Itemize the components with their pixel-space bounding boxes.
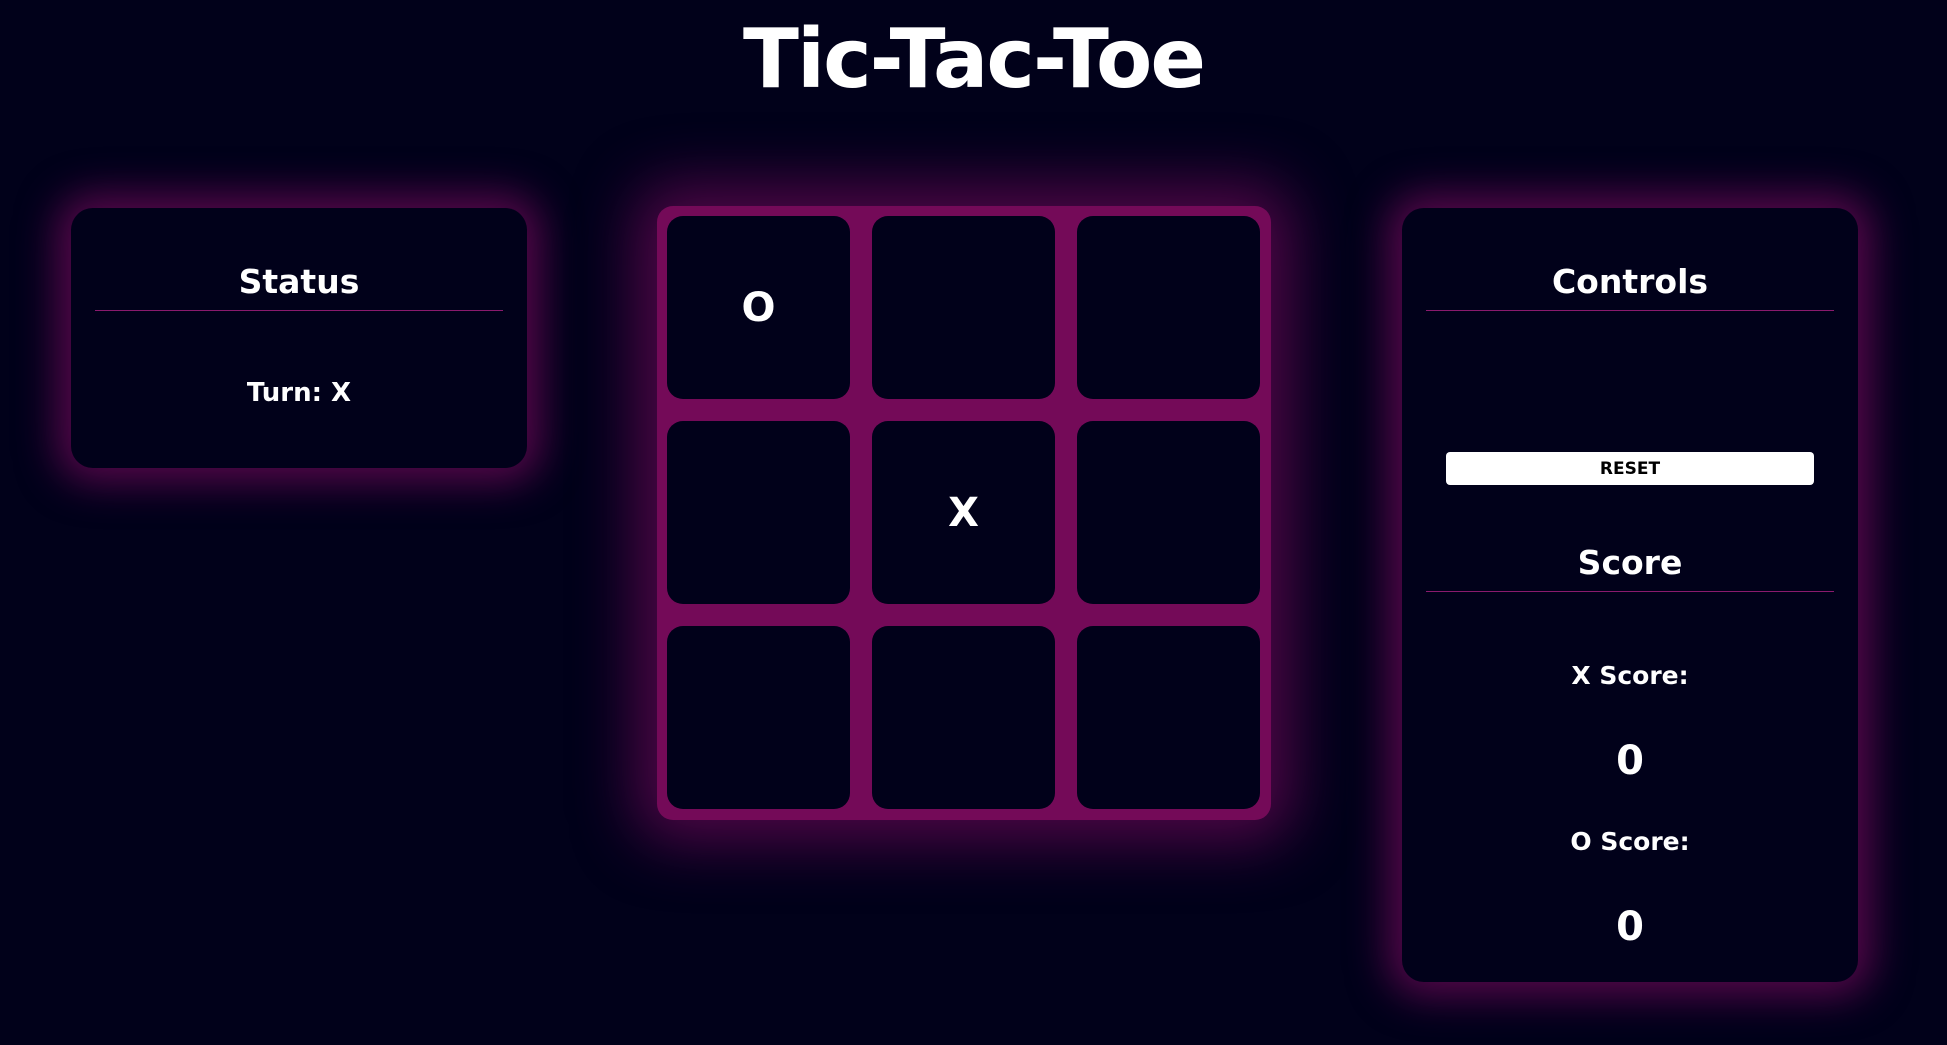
o-score-value: 0 (1616, 904, 1644, 950)
o-score-label: O Score: (1570, 827, 1690, 856)
score-heading: Score (1426, 541, 1834, 592)
board-cell-2[interactable] (872, 216, 1055, 399)
x-score-label: X Score: (1571, 661, 1689, 690)
board-cell-5[interactable]: X (872, 421, 1055, 604)
status-heading: Status (95, 260, 503, 311)
board-cell-8[interactable] (872, 626, 1055, 809)
board-cell-1[interactable]: O (667, 216, 850, 399)
board-cell-6[interactable] (1077, 421, 1260, 604)
status-panel: Status Turn: X (71, 208, 527, 468)
turn-indicator: Turn: X (246, 378, 352, 408)
board-cell-4[interactable] (667, 421, 850, 604)
game-board: O X (657, 206, 1271, 820)
controls-panel: Controls RESET Score X Score: 0 O Score:… (1402, 208, 1858, 982)
page-title: Tic-Tac-Toe (743, 12, 1206, 107)
board-cell-7[interactable] (667, 626, 850, 809)
reset-button[interactable]: RESET (1446, 452, 1814, 485)
board-cell-3[interactable] (1077, 216, 1260, 399)
game-page: Tic-Tac-Toe Status Turn: X O X Controls … (0, 0, 1947, 1045)
x-score-value: 0 (1616, 738, 1644, 784)
controls-heading: Controls (1426, 260, 1834, 311)
board-cell-9[interactable] (1077, 626, 1260, 809)
